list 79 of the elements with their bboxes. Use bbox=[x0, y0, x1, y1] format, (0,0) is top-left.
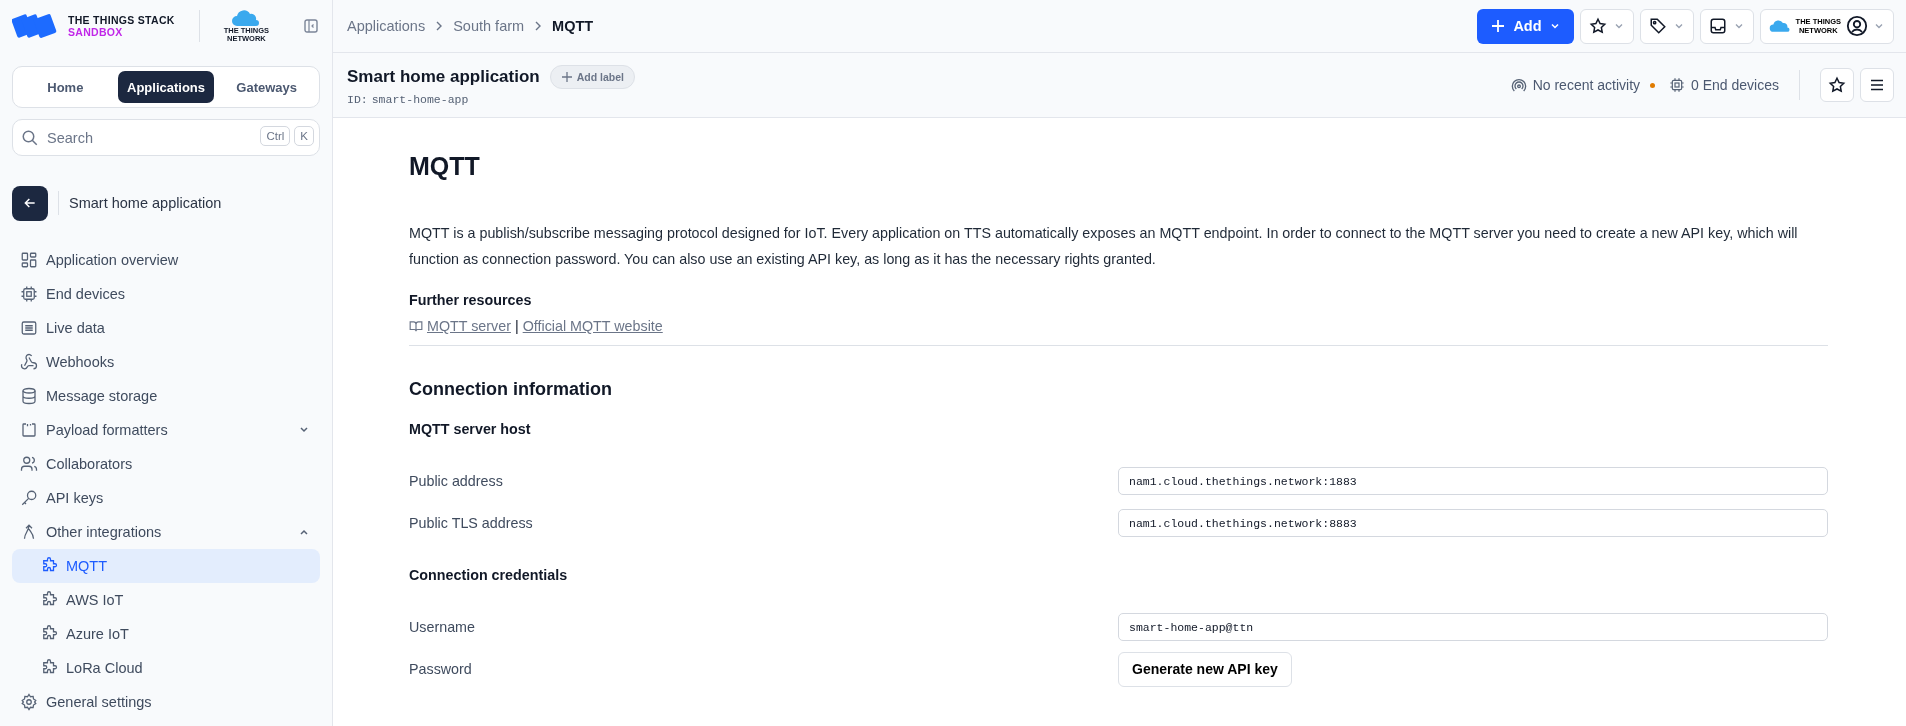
page-title: MQTT bbox=[409, 151, 481, 182]
readonly-field[interactable]: nam1.cloud.thethings.network:8883 bbox=[1118, 509, 1828, 537]
webhook-icon bbox=[20, 353, 38, 371]
database-icon bbox=[20, 387, 38, 405]
inbox-icon bbox=[1708, 17, 1727, 35]
cloud-icon bbox=[1768, 19, 1791, 33]
section-title: Connection information bbox=[409, 379, 613, 400]
group-title: Connection credentials bbox=[409, 567, 569, 583]
dropdown-button[interactable] bbox=[1579, 8, 1634, 44]
device-count[interactable]: 0 End devices bbox=[1691, 77, 1779, 93]
book-icon bbox=[409, 319, 423, 333]
user-avatar-icon bbox=[1846, 15, 1868, 37]
plus-icon bbox=[560, 70, 573, 83]
application-id: smart-home-app bbox=[371, 92, 469, 106]
section-subtitle: Further resources bbox=[409, 292, 533, 308]
group-title: MQTT server host bbox=[409, 421, 532, 437]
nav-tab[interactable]: Home bbox=[17, 71, 114, 103]
sidebar-toggle-icon[interactable] bbox=[304, 19, 318, 33]
chip-icon bbox=[1669, 77, 1686, 93]
breadcrumb-link[interactable]: MQTT bbox=[552, 18, 594, 34]
status-dot bbox=[1650, 82, 1656, 88]
field-label: Password bbox=[409, 661, 473, 677]
grid-icon bbox=[20, 251, 38, 269]
generate-key-button[interactable]: Generate new API key bbox=[1118, 651, 1292, 687]
field-label: Public TLS address bbox=[409, 515, 534, 531]
nav-tab[interactable]: Gateways bbox=[218, 71, 315, 103]
plus-icon bbox=[1490, 18, 1507, 34]
star-icon bbox=[1828, 76, 1846, 94]
add-label-button[interactable]: Add label bbox=[549, 64, 635, 89]
submenu-item[interactable]: Azure IoT bbox=[12, 617, 320, 651]
link-separator: | bbox=[514, 318, 519, 334]
application-title: Smart home application bbox=[347, 66, 540, 87]
bookmark-button[interactable] bbox=[1820, 68, 1854, 102]
activity-status: No recent activity bbox=[1532, 77, 1641, 93]
id-label: ID: bbox=[347, 92, 368, 106]
menu-item[interactable]: Live data bbox=[12, 311, 320, 345]
menu-item[interactable]: General settings bbox=[12, 685, 320, 719]
menu-button[interactable] bbox=[1860, 68, 1894, 102]
menu-item[interactable]: API keys bbox=[12, 481, 320, 515]
submenu-item[interactable]: AWS IoT bbox=[12, 583, 320, 617]
submenu-item[interactable]: LoRa Cloud bbox=[12, 651, 320, 685]
back-button[interactable] bbox=[12, 185, 48, 221]
brand-edition: SANDBOX bbox=[68, 26, 124, 38]
shortcut-key: Ctrl bbox=[260, 126, 291, 146]
dropdown-button[interactable] bbox=[1639, 8, 1694, 44]
add-button[interactable]: Add bbox=[1477, 8, 1574, 44]
breadcrumb-link[interactable]: Applications bbox=[347, 18, 426, 34]
field-label: Username bbox=[409, 619, 476, 635]
resource-link[interactable]: Official MQTT website bbox=[522, 318, 663, 334]
menu-item[interactable]: End devices bbox=[12, 277, 320, 311]
shortcut-key: K bbox=[294, 126, 314, 146]
menu-item[interactable]: Other integrations bbox=[12, 515, 320, 549]
readonly-field[interactable]: nam1.cloud.thethings.network:1883 bbox=[1118, 467, 1828, 495]
description-text: MQTT is a publish/subscribe messaging protocol designed for IoT. Every application on TTS automatically exposes an MQTT endpoint. In order to connect to the MQTT server you need to create a new API key, which will function as connection password. You can also use an existing API key, as long as it has the necessary rights granted. bbox=[409, 224, 1799, 269]
menu-item[interactable]: Webhooks bbox=[12, 345, 320, 379]
menu-item[interactable]: Application overview bbox=[12, 243, 320, 277]
chip-icon bbox=[20, 285, 38, 303]
signal-icon bbox=[1510, 77, 1527, 93]
nav-tab[interactable]: Applications bbox=[117, 71, 215, 103]
brand-name: THE THINGS STACK bbox=[68, 14, 175, 26]
menu-item[interactable]: Message storage bbox=[12, 379, 320, 413]
list-icon bbox=[20, 319, 38, 337]
readonly-field[interactable]: smart-home-app@ttn bbox=[1118, 613, 1828, 641]
resource-link[interactable]: MQTT server bbox=[427, 318, 511, 334]
menu-item[interactable]: Collaborators bbox=[12, 447, 320, 481]
star-icon bbox=[1588, 17, 1607, 35]
field-label: Public address bbox=[409, 473, 504, 489]
search-icon bbox=[21, 129, 39, 147]
submenu-item[interactable]: MQTT bbox=[12, 549, 320, 583]
settings-icon bbox=[20, 693, 38, 711]
menu-item[interactable]: Payload formatters bbox=[12, 413, 320, 447]
application-name: Smart home application bbox=[69, 195, 222, 211]
key-icon bbox=[20, 489, 38, 507]
users-icon bbox=[20, 455, 38, 473]
dropdown-button[interactable] bbox=[1699, 8, 1754, 44]
cloud-icon bbox=[231, 9, 262, 27]
breadcrumb-link[interactable]: South farm bbox=[453, 18, 525, 34]
bracket-icon bbox=[20, 421, 38, 439]
tag-icon bbox=[1648, 17, 1667, 35]
